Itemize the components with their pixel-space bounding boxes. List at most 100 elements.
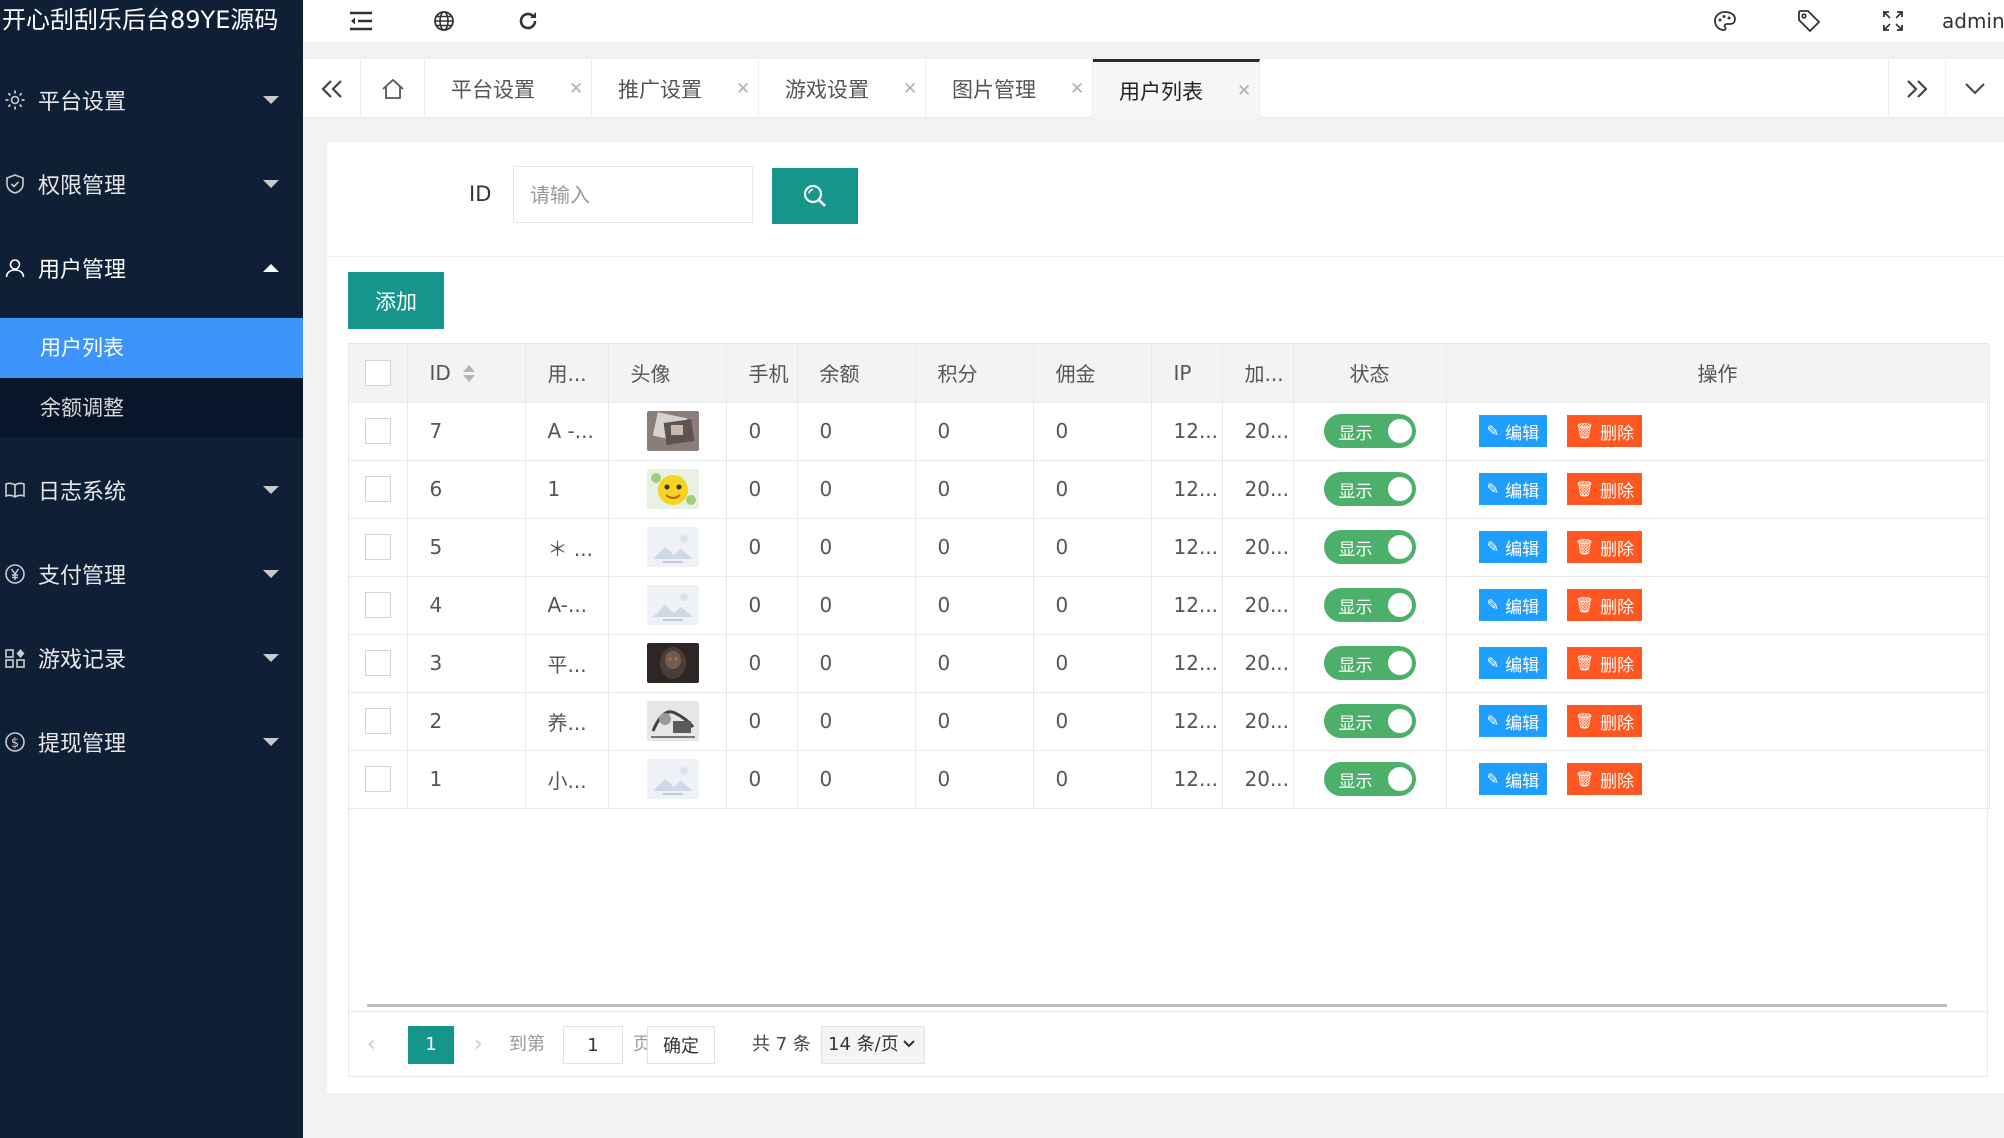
cell-points: 0 xyxy=(915,692,1034,751)
fullscreen-icon[interactable] xyxy=(1873,0,1913,42)
add-button[interactable]: 添加 xyxy=(348,272,444,329)
app-logo-title: 开心刮刮乐后台89YE源码 xyxy=(2,6,279,34)
theme-icon[interactable] xyxy=(1705,0,1745,42)
cell-username: 1 xyxy=(525,460,609,519)
horizontal-scrollbar[interactable] xyxy=(367,1004,1947,1007)
trash-icon: 🗑 xyxy=(1575,770,1595,788)
gear-icon xyxy=(2,87,28,113)
status-toggle[interactable]: 显示 xyxy=(1323,414,1416,448)
caret-up-icon xyxy=(263,264,279,272)
table-row: 1 小... 0 0 0 0 12... 20... 显示 ✎ 编辑 🗑 删除 xyxy=(349,750,1990,809)
row-checkbox[interactable] xyxy=(364,708,391,735)
tag-icon[interactable] xyxy=(1789,0,1829,42)
column-header-id[interactable]: ID xyxy=(407,344,526,403)
select-all-checkbox[interactable] xyxy=(364,360,391,386)
delete-button[interactable]: 🗑 删除 xyxy=(1567,705,1643,737)
edit-button[interactable]: ✎ 编辑 xyxy=(1478,705,1548,737)
status-toggle[interactable]: 显示 xyxy=(1323,762,1416,796)
tab-bar: 平台设置 ✕ 推广设置 ✕ 游戏设置 ✕ 图片管理 ✕ 用户列表 ✕ xyxy=(303,58,2004,119)
row-checkbox[interactable] xyxy=(364,650,391,677)
row-checkbox[interactable] xyxy=(364,534,391,561)
tab-promotion-settings[interactable]: 推广设置 ✕ xyxy=(592,59,759,119)
globe-icon[interactable] xyxy=(424,0,464,42)
sidebar-item-game-records[interactable]: 游戏记录 xyxy=(0,616,303,700)
refresh-icon[interactable] xyxy=(508,0,548,42)
avatar xyxy=(646,411,699,451)
sidebar-subitem-user-list[interactable]: 用户列表 xyxy=(0,318,303,378)
tabs-menu-chevron-icon[interactable] xyxy=(1946,59,2004,119)
row-checkbox[interactable] xyxy=(364,418,391,445)
sidebar-subitem-balance-adjust[interactable]: 余额调整 xyxy=(0,378,303,438)
edit-button[interactable]: ✎ 编辑 xyxy=(1478,531,1548,563)
next-page-icon[interactable]: › xyxy=(474,1026,483,1064)
edit-button[interactable]: ✎ 编辑 xyxy=(1478,473,1548,505)
sidebar-item-permissions[interactable]: 权限管理 xyxy=(0,142,303,226)
search-id-input[interactable] xyxy=(513,166,753,223)
cell-phone: 0 xyxy=(726,402,798,461)
column-header-phone: 手机 xyxy=(726,344,798,403)
trash-icon: 🗑 xyxy=(1575,422,1595,440)
prev-page-icon[interactable]: ‹ xyxy=(367,1026,376,1064)
delete-label: 删除 xyxy=(1600,423,1635,444)
cell-commission: 0 xyxy=(1033,402,1152,461)
edit-button[interactable]: ✎ 编辑 xyxy=(1478,589,1548,621)
user-menu[interactable]: admin xyxy=(1942,0,2004,42)
book-icon xyxy=(2,477,28,503)
toggle-knob xyxy=(1387,477,1412,501)
menu-fold-icon[interactable] xyxy=(341,0,381,42)
delete-button[interactable]: 🗑 删除 xyxy=(1567,531,1643,563)
sidebar-item-payment[interactable]: 支付管理 xyxy=(0,532,303,616)
row-checkbox[interactable] xyxy=(364,766,391,793)
goto-page-input[interactable] xyxy=(563,1026,623,1064)
row-checkbox[interactable] xyxy=(364,476,391,503)
goto-confirm-button[interactable]: 确定 xyxy=(647,1026,715,1064)
sidebar-item-log-system[interactable]: 日志系统 xyxy=(0,448,303,532)
tabs-scroll-right-icon[interactable] xyxy=(1888,59,1946,119)
tab-game-settings[interactable]: 游戏设置 ✕ xyxy=(759,59,926,119)
page-current[interactable]: 1 xyxy=(408,1026,454,1064)
close-icon[interactable]: ✕ xyxy=(903,79,917,99)
caret-down-icon xyxy=(263,570,279,578)
search-button[interactable] xyxy=(772,168,858,224)
close-icon[interactable]: ✕ xyxy=(569,79,583,99)
delete-button[interactable]: 🗑 删除 xyxy=(1567,647,1643,679)
delete-button[interactable]: 🗑 删除 xyxy=(1567,763,1643,795)
status-toggle[interactable]: 显示 xyxy=(1323,472,1416,506)
status-toggle[interactable]: 显示 xyxy=(1323,704,1416,738)
home-icon[interactable] xyxy=(361,59,425,119)
cell-points: 0 xyxy=(915,460,1034,519)
tab-user-list[interactable]: 用户列表 ✕ xyxy=(1093,59,1260,119)
delete-button[interactable]: 🗑 删除 xyxy=(1567,473,1643,505)
sidebar-item-withdrawal[interactable]: $ 提现管理 xyxy=(0,700,303,784)
table-header-row: ID 用... 头像 手机 余额 积分 佣金 IP 加... 状态 操作 xyxy=(349,344,1990,403)
tab-image-management[interactable]: 图片管理 ✕ xyxy=(926,59,1093,119)
sidebar-item-label: 提现管理 xyxy=(38,732,127,757)
edit-button[interactable]: ✎ 编辑 xyxy=(1478,647,1548,679)
tab-platform-settings[interactable]: 平台设置 ✕ xyxy=(425,59,592,119)
status-toggle[interactable]: 显示 xyxy=(1323,646,1416,680)
cell-phone: 0 xyxy=(726,518,798,577)
sidebar-item-label: 平台设置 xyxy=(38,90,127,115)
sidebar-item-platform-settings[interactable]: 平台设置 xyxy=(0,58,303,142)
sidebar-item-user-management[interactable]: 用户管理 xyxy=(0,226,303,310)
status-toggle[interactable]: 显示 xyxy=(1323,530,1416,564)
row-checkbox[interactable] xyxy=(364,592,391,619)
sort-icon[interactable] xyxy=(462,365,475,383)
cell-status: 显示 xyxy=(1293,518,1447,577)
close-icon[interactable]: ✕ xyxy=(736,79,750,99)
cell-added: 20... xyxy=(1222,692,1294,751)
cell-commission: 0 xyxy=(1033,634,1152,693)
status-toggle[interactable]: 显示 xyxy=(1323,588,1416,622)
close-icon[interactable]: ✕ xyxy=(1070,79,1084,99)
tabs-scroll-left-icon[interactable] xyxy=(303,59,361,119)
cell-phone: 0 xyxy=(726,692,798,751)
delete-button[interactable]: 🗑 删除 xyxy=(1567,589,1643,621)
close-icon[interactable]: ✕ xyxy=(1237,81,1251,101)
cell-balance: 0 xyxy=(797,576,916,635)
delete-button[interactable]: 🗑 删除 xyxy=(1567,415,1643,447)
page-size-select[interactable]: 14 条/页 xyxy=(821,1026,925,1064)
edit-button[interactable]: ✎ 编辑 xyxy=(1478,415,1548,447)
edit-button[interactable]: ✎ 编辑 xyxy=(1478,763,1548,795)
sidebar-item-label: 支付管理 xyxy=(38,564,127,589)
cell-ip: 12... xyxy=(1151,402,1223,461)
